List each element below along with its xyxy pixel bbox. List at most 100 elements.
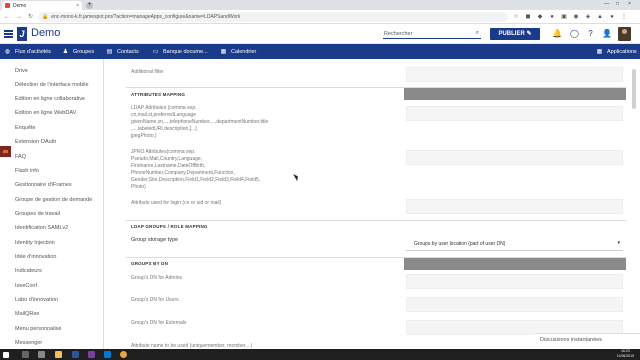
chat-bubble-icon[interactable]: ◯ bbox=[570, 29, 579, 39]
field-label: Photo) bbox=[131, 184, 146, 190]
sidebar-item[interactable]: Edition en ligne WebDAV bbox=[15, 110, 76, 116]
extension-icon[interactable]: ◈ bbox=[584, 13, 592, 21]
field-label: Additional filter bbox=[131, 69, 164, 75]
section-title: ATTRIBUTES MAPPING bbox=[131, 92, 186, 97]
publish-button[interactable]: PUBLIER ✎ bbox=[490, 28, 540, 40]
sidebar-item[interactable]: Groupes de travail bbox=[15, 211, 60, 217]
sidebar-item[interactable]: Messenger bbox=[15, 340, 42, 346]
instant-chat-bar[interactable]: Discussions instantanées bbox=[535, 333, 640, 345]
chrome-icon[interactable] bbox=[120, 351, 127, 358]
profile-icon[interactable]: ● bbox=[608, 13, 616, 21]
browser-tab[interactable]: Demo × bbox=[2, 1, 82, 10]
minimize-button[interactable]: — bbox=[604, 1, 609, 7]
sidebar-item[interactable]: MailQRee bbox=[15, 311, 39, 317]
url-field[interactable]: 🔒 enc-mono-k.fr.jamespot.pro/?action=man… bbox=[38, 12, 508, 22]
user-icon[interactable]: 👤 bbox=[602, 29, 612, 39]
group-storage-label: Group storage type bbox=[131, 237, 179, 243]
jpro-attributes-input[interactable] bbox=[406, 150, 623, 165]
nav-item-label: Groupes bbox=[73, 49, 95, 55]
divider bbox=[126, 220, 626, 221]
groups-icon: ♟ bbox=[62, 48, 69, 55]
chevron-down-icon: ▾ bbox=[617, 240, 620, 246]
extension-icon[interactable]: ▣ bbox=[560, 13, 568, 21]
tab-title: Demo bbox=[13, 2, 27, 9]
sidebar-toggle-icon[interactable] bbox=[0, 146, 11, 157]
hamburger-menu-icon[interactable] bbox=[4, 30, 13, 38]
additional-filter-input[interactable] bbox=[406, 67, 623, 82]
globe-icon: ◍ bbox=[4, 48, 11, 55]
new-tab-button[interactable]: + bbox=[86, 2, 93, 9]
back-icon[interactable]: ← bbox=[4, 14, 10, 20]
sidebar-item[interactable]: Flash info bbox=[15, 168, 39, 174]
forward-icon[interactable]: → bbox=[16, 14, 22, 20]
sidebar-item[interactable]: Identification SAMLv2 bbox=[15, 225, 68, 231]
app-icon[interactable] bbox=[88, 351, 95, 358]
search-taskbar-icon[interactable] bbox=[22, 351, 29, 358]
field-label: Attribute used for login (cn or uid or m… bbox=[131, 200, 222, 206]
ldap-attributes-input[interactable] bbox=[406, 106, 623, 121]
close-tab-icon[interactable]: × bbox=[76, 3, 79, 9]
login-attribute-input[interactable] bbox=[406, 199, 623, 214]
sidebar-item[interactable]: Idée d'innovation bbox=[15, 254, 56, 260]
extension-icon[interactable]: ◼ bbox=[524, 13, 532, 21]
word-icon[interactable] bbox=[72, 351, 79, 358]
field-label: PhoneNumber,Company,Department,Function, bbox=[131, 170, 235, 176]
apps-grid-icon: ▦ bbox=[596, 48, 603, 55]
dn-users-input[interactable] bbox=[406, 297, 623, 312]
sidebar-item[interactable]: Groupe de gestion de demande bbox=[15, 197, 92, 203]
group-storage-select[interactable]: Groups by user location (part of user DN… bbox=[406, 237, 623, 251]
favicon-icon bbox=[5, 3, 10, 8]
nav-item-groups[interactable]: ♟ Groupes bbox=[62, 47, 94, 57]
task-view-icon[interactable] bbox=[38, 351, 45, 358]
sidebar-item[interactable]: Labo d'innovation bbox=[15, 297, 58, 303]
address-bar-row: ← → ↻ 🔒 enc-mono-k.fr.jamespot.pro/?acti… bbox=[0, 10, 640, 24]
group-storage-value: Groups by user location (part of user DN… bbox=[414, 241, 506, 247]
star-icon[interactable]: ☆ bbox=[512, 13, 520, 21]
section-header-bar bbox=[404, 88, 626, 100]
bell-icon[interactable]: 🔔 bbox=[552, 29, 562, 39]
sidebar-item[interactable]: Identity Injection bbox=[15, 240, 55, 246]
field-label: jpegPhoto.) bbox=[131, 133, 157, 139]
extension-icon[interactable]: ● bbox=[548, 13, 556, 21]
jamespot-logo[interactable]: J bbox=[17, 27, 27, 41]
search-input[interactable]: Rechercher ⌕ bbox=[383, 29, 481, 39]
nav-item-applications[interactable]: ▦ Applications bbox=[596, 47, 637, 57]
sidebar-item[interactable]: Détection de l'interface mobile bbox=[15, 82, 89, 88]
windows-start-icon[interactable] bbox=[3, 351, 9, 358]
sidebar-item[interactable]: IzeeConf bbox=[15, 283, 37, 289]
field-label: Firstname,Lastname,DateOfBirth, bbox=[131, 163, 206, 169]
extension-icon[interactable]: ◉ bbox=[572, 13, 580, 21]
sidebar-item[interactable]: Menu personnalisé bbox=[15, 326, 61, 332]
help-icon[interactable]: ? bbox=[586, 29, 595, 39]
app-name[interactable]: Demo bbox=[31, 27, 60, 39]
sidebar-item[interactable]: Drive bbox=[15, 68, 28, 74]
extension-icon[interactable]: ▲ bbox=[596, 13, 604, 21]
menu-dots-icon[interactable]: ⋮ bbox=[620, 13, 628, 21]
avatar[interactable] bbox=[618, 27, 631, 41]
sidebar-item[interactable]: FAQ bbox=[15, 154, 26, 160]
scrollbar-thumb[interactable] bbox=[632, 69, 636, 109]
nav-item-contacts[interactable]: ▤ Contacts bbox=[106, 47, 139, 57]
sidebar-item[interactable]: Indicateurs bbox=[15, 268, 42, 274]
nav-item-calendar[interactable]: ▦ Calendrier bbox=[220, 47, 257, 57]
sidebar-item[interactable]: Extension OAuth bbox=[15, 139, 56, 145]
sidebar-item[interactable]: Edition en ligne collaborative bbox=[15, 96, 85, 102]
extension-icon[interactable]: ◆ bbox=[536, 13, 544, 21]
outlook-icon[interactable] bbox=[104, 351, 111, 358]
maximize-button[interactable]: □ bbox=[616, 1, 619, 7]
file-explorer-icon[interactable] bbox=[55, 351, 62, 358]
lock-icon: 🔒 bbox=[42, 14, 49, 20]
close-window-button[interactable]: × bbox=[628, 1, 631, 7]
ldap-config-form: Additional filter ATTRIBUTES MAPPING LDA… bbox=[104, 59, 640, 351]
search-icon[interactable]: ⌕ bbox=[476, 30, 479, 37]
sidebar-item[interactable]: Gestionnaire d'iFrames bbox=[15, 182, 72, 188]
nav-item-documents[interactable]: ▭ Banque docume... bbox=[152, 47, 208, 57]
field-label: givenName,sn,...,telephoneNumber,...,dep… bbox=[131, 119, 269, 125]
field-label: JPRO Attributes(comma sep. bbox=[131, 149, 196, 155]
field-label: ,...,labeledURI,description,[...] bbox=[131, 126, 197, 132]
sidebar-item[interactable]: Enquête bbox=[15, 125, 36, 131]
dn-admins-input[interactable] bbox=[406, 274, 623, 289]
reload-icon[interactable]: ↻ bbox=[28, 13, 33, 20]
nav-item-activity[interactable]: ◍ Flux d'activités bbox=[4, 47, 51, 57]
search-placeholder: Rechercher bbox=[384, 31, 413, 37]
